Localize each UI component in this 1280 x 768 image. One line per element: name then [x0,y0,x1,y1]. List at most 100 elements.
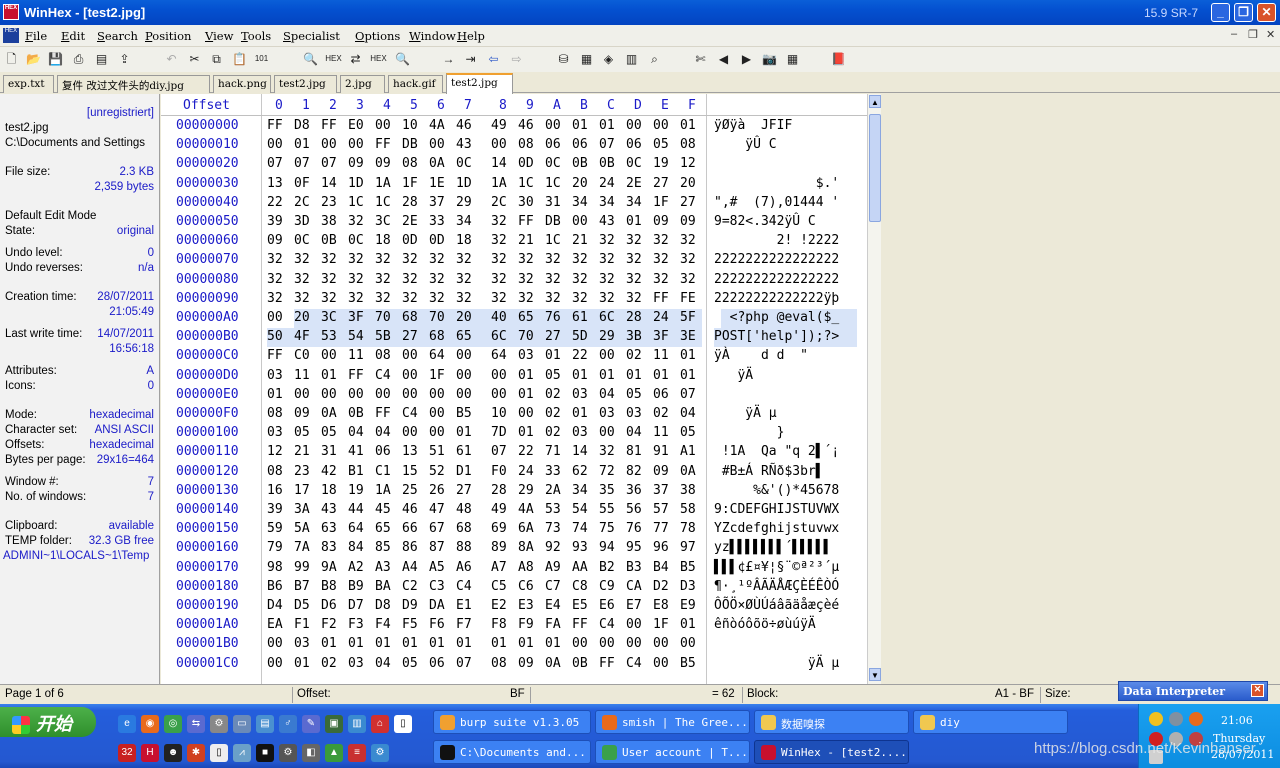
hex-byte[interactable]: FF [375,137,397,152]
hex-byte[interactable]: 32 [375,272,397,287]
hex-byte[interactable]: 01 [572,368,594,383]
hex-byte[interactable]: 00 [402,348,424,363]
hex-byte[interactable]: C8 [572,579,594,594]
hex-byte[interactable]: 32 [375,291,397,306]
hex-byte[interactable]: 07 [267,156,289,171]
hex-byte[interactable]: 00 [321,387,343,402]
tab-exp-txt[interactable]: exp.txt [3,75,54,93]
hex-byte[interactable]: FF [518,214,540,229]
hex-byte[interactable]: 04 [599,387,621,402]
hex-byte[interactable]: C4 [402,406,424,421]
hex-row[interactable]: 00000010 00 01 00 00 FF DB 00 43 00 08 06 06 07 06 05 08… [161,136,867,155]
hex-byte[interactable]: 65 [456,329,478,344]
hex-byte[interactable]: 32 [491,291,513,306]
binary-icon[interactable]: 101 [253,51,270,67]
hex-byte[interactable]: A8 [518,560,540,575]
hex-byte[interactable]: 75 [599,521,621,536]
hex-byte[interactable]: 82 [626,464,648,479]
hex-row[interactable]: 00000130 16 17 18 19 1A 25 26 27 28 29 2A 34 35 36 37 38… [161,482,867,501]
hex-byte[interactable]: 04 [680,406,702,421]
task-cmd[interactable]: C:\Documents and... [433,740,591,764]
hex-byte[interactable]: 1D [456,176,478,191]
hex-byte[interactable]: 39 [267,214,289,229]
hex-byte[interactable]: E4 [545,598,567,613]
cube-icon[interactable]: ◧ [302,744,320,762]
hex-byte[interactable]: 1A [375,483,397,498]
hex-byte[interactable]: 06 [653,387,675,402]
hex-byte[interactable]: F1 [294,617,316,632]
hex-byte[interactable]: 0D [429,233,451,248]
save-icon[interactable]: 💾 [47,51,64,67]
next-icon[interactable]: ▶ [738,51,755,67]
hex-byte[interactable]: 09 [348,156,370,171]
hex-byte[interactable]: 46 [518,118,540,133]
row-ascii[interactable]: ÿØÿà JFIF [714,118,792,133]
hex-row[interactable]: 00000000 FF D8 FF E0 00 10 4A 46 49 46 00 01 01 00 00 01… [161,117,867,136]
hex-byte[interactable]: 7A [294,540,316,555]
hex-byte[interactable]: 01 [491,636,513,651]
hex-byte[interactable]: 20 [456,310,478,325]
hex-byte[interactable]: 0D [402,233,424,248]
hex-byte[interactable]: DB [402,137,424,152]
find-hex-icon[interactable]: HEX [325,51,342,67]
hex-byte[interactable]: C0 [294,348,316,363]
link-icon[interactable]: ♂ [279,715,297,733]
menu-search[interactable]: Search [97,29,138,43]
hex-byte[interactable]: 0C [294,233,316,248]
hex-row[interactable]: 00000050 39 3D 38 32 3C 2E 33 34 32 FF DB 00 43 01 09 09… [161,213,867,232]
hex-byte[interactable]: 88 [456,540,478,555]
hex-byte[interactable]: 95 [626,540,648,555]
shield-icon[interactable] [1149,712,1163,726]
hex-byte[interactable]: 55 [599,502,621,517]
hex-byte[interactable]: 21 [572,233,594,248]
row-ascii[interactable]: 22222222222222ÿþ [714,291,839,306]
hex-byte[interactable]: E1 [456,598,478,613]
hex-byte[interactable]: 1E [429,176,451,191]
hex-byte[interactable]: 01 [518,387,540,402]
hex-byte[interactable]: 68 [402,310,424,325]
hex-byte[interactable]: 00 [626,118,648,133]
hex-byte[interactable]: DB [545,214,567,229]
hex-byte[interactable]: 07 [456,656,478,671]
hex-byte[interactable]: 00 [456,387,478,402]
hex-byte[interactable]: 02 [545,425,567,440]
hex-byte[interactable]: 2C [491,195,513,210]
hex-byte[interactable]: 09 [267,233,289,248]
hex-byte[interactable]: F7 [456,617,478,632]
hex-byte[interactable]: D8 [375,598,397,613]
hex-byte[interactable]: 12 [267,444,289,459]
hex-byte[interactable]: 24 [518,464,540,479]
hex-byte[interactable]: 61 [572,310,594,325]
hex-byte[interactable]: 96 [653,540,675,555]
help-book-icon[interactable]: 📕 [830,51,847,67]
goto-page-icon[interactable]: ⇥ [462,51,479,67]
hex-byte[interactable]: 38 [321,214,343,229]
hex-byte[interactable]: 73 [545,521,567,536]
row-ascii[interactable]: !1A Qa "q 2▌´¡ [714,444,839,459]
tab-2-jpg[interactable]: 2.jpg [340,75,385,93]
hex-byte[interactable]: 01 [456,425,478,440]
row-ascii[interactable]: 2! !2222 [714,233,840,248]
hex-byte[interactable]: 16 [267,483,289,498]
hex-byte[interactable]: 03 [518,348,540,363]
hex-byte[interactable]: 18 [375,233,397,248]
hex-byte[interactable]: 11 [348,348,370,363]
hex-row[interactable]: 00000040 22 2C 23 1C 1C 28 37 29 2C 30 31 34 34 34 1F 27… [161,194,867,213]
hex-byte[interactable]: 40 [491,310,513,325]
hex-byte[interactable]: 59 [267,521,289,536]
hex-byte[interactable]: 5F [680,310,702,325]
hex-row[interactable]: 00000160 79 7A 83 84 85 86 87 88 89 8A 92 93 94 95 96 97… [161,539,867,558]
hex-byte[interactable]: 32 [572,252,594,267]
hex-byte[interactable]: 00 [599,636,621,651]
hex-byte[interactable]: EA [267,617,289,632]
hex-byte[interactable]: 32 [429,272,451,287]
hex-byte[interactable]: 00 [321,137,343,152]
hex-row[interactable]: 000000A0 00 20 3C 3F 70 68 70 20 40 65 76 61 6C 28 24 5F… [161,309,867,328]
task-burp[interactable]: burp suite v1.3.05 [433,710,591,734]
hex-byte[interactable]: 49 [491,118,513,133]
hex-byte[interactable]: 14 [491,156,513,171]
hex-byte[interactable]: 03 [294,636,316,651]
hex-byte[interactable]: 08 [375,348,397,363]
hex-byte[interactable]: 32 [321,291,343,306]
hex-byte[interactable]: 32 [491,214,513,229]
